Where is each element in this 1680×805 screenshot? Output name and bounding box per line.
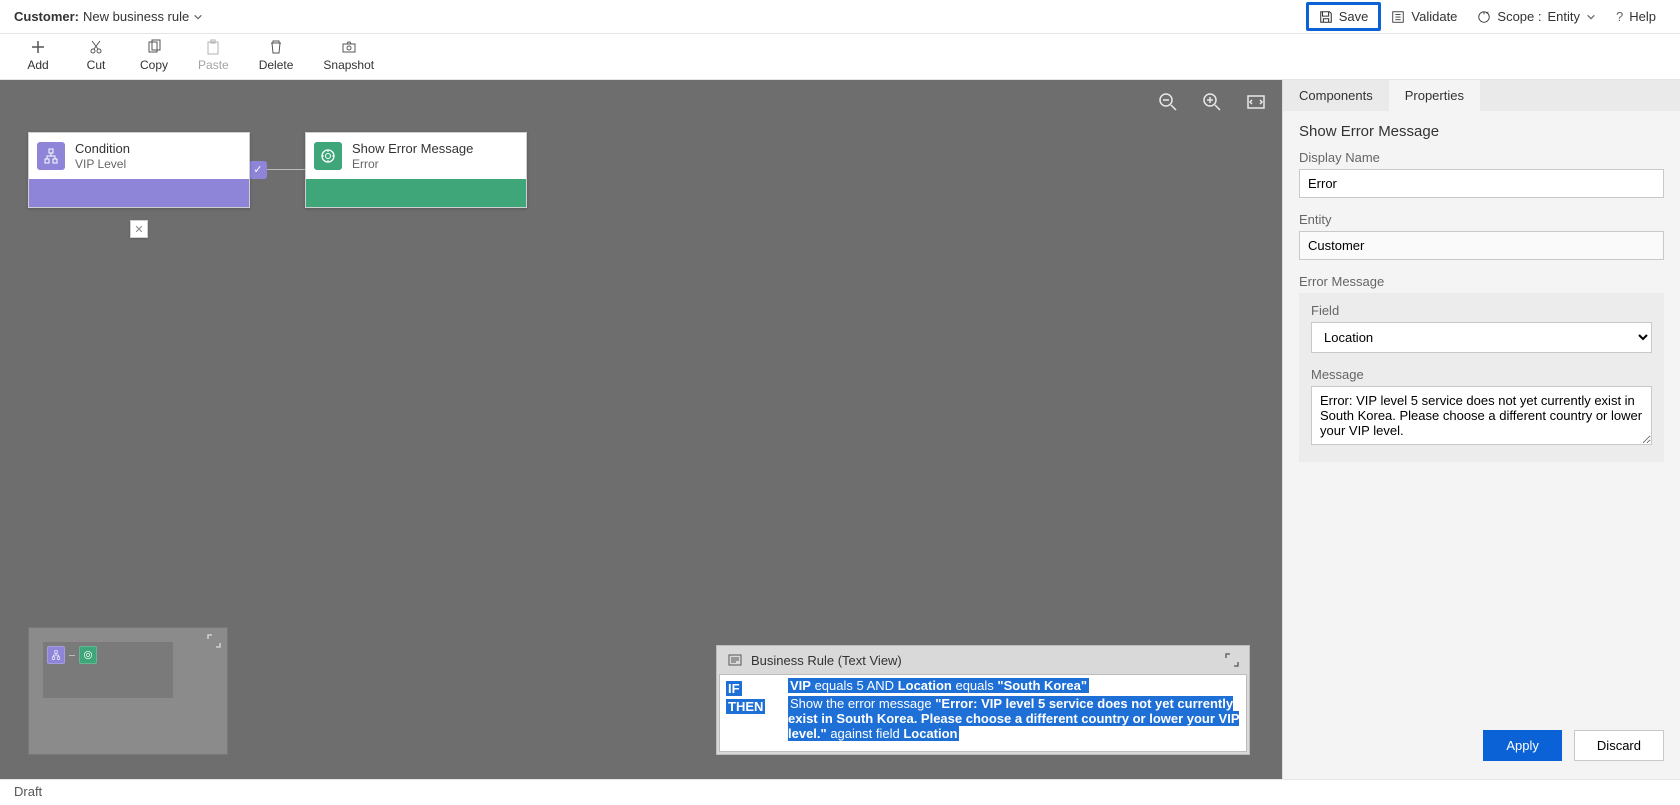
validate-label: Validate xyxy=(1411,9,1457,24)
rule-title-name: New business rule xyxy=(83,9,189,24)
condition-subtitle: VIP Level xyxy=(75,157,130,171)
properties-panel: Components Properties Show Error Message… xyxy=(1282,80,1680,779)
connector: ✓ xyxy=(250,161,305,179)
copy-button[interactable]: Copy xyxy=(140,38,168,72)
rule-title-prefix: Customer: xyxy=(14,9,79,24)
cut-label: Cut xyxy=(87,58,106,72)
zoom-in-button[interactable] xyxy=(1202,92,1222,112)
minimap-action-icon xyxy=(79,646,97,664)
help-label: Help xyxy=(1629,9,1656,24)
trash-icon xyxy=(267,38,285,56)
field-select[interactable]: Location xyxy=(1311,322,1652,353)
error-message-label: Error Message xyxy=(1299,274,1664,289)
status-text: Draft xyxy=(14,784,42,799)
flow-canvas[interactable]: Condition VIP Level ✕ ✓ xyxy=(0,80,1282,779)
entity-input xyxy=(1299,231,1664,260)
condition-icon xyxy=(37,142,65,170)
save-label: Save xyxy=(1339,9,1369,24)
paste-icon xyxy=(204,38,222,56)
true-path-badge[interactable]: ✓ xyxy=(249,161,267,179)
scope-label: Scope : xyxy=(1497,9,1541,24)
plus-icon xyxy=(29,38,47,56)
add-button[interactable]: Add xyxy=(24,38,52,72)
cut-button[interactable]: Cut xyxy=(82,38,110,72)
rule-title[interactable]: Customer: New business rule xyxy=(14,9,203,24)
snapshot-label: Snapshot xyxy=(323,58,374,72)
paste-label: Paste xyxy=(198,58,229,72)
cut-icon xyxy=(87,38,105,56)
message-label: Message xyxy=(1311,367,1652,382)
chevron-down-icon xyxy=(1586,12,1596,22)
chevron-down-icon xyxy=(193,12,203,22)
message-textarea[interactable] xyxy=(1311,386,1652,445)
camera-icon xyxy=(340,38,358,56)
validate-icon xyxy=(1391,10,1405,24)
delete-label: Delete xyxy=(259,58,294,72)
tab-properties[interactable]: Properties xyxy=(1389,80,1480,111)
minimap-expand-icon[interactable] xyxy=(207,634,221,648)
apply-button[interactable]: Apply xyxy=(1483,730,1562,761)
action-bar xyxy=(306,179,526,207)
toolbar: Add Cut Copy Paste Delete Snapshot xyxy=(0,34,1680,80)
condition-bar xyxy=(29,179,249,207)
paste-button: Paste xyxy=(198,38,229,72)
action-title: Show Error Message xyxy=(352,141,473,157)
discard-button[interactable]: Discard xyxy=(1574,730,1664,761)
zoom-out-button[interactable] xyxy=(1158,92,1178,112)
minimap-condition-icon xyxy=(47,646,65,664)
add-label: Add xyxy=(27,58,48,72)
field-label: Field xyxy=(1311,303,1652,318)
snapshot-button[interactable]: Snapshot xyxy=(323,38,374,72)
text-view-title: Business Rule (Text View) xyxy=(751,653,902,668)
condition-title: Condition xyxy=(75,141,130,157)
delete-button[interactable]: Delete xyxy=(259,38,294,72)
copy-label: Copy xyxy=(140,58,168,72)
props-section-title: Show Error Message xyxy=(1299,123,1664,140)
scope-icon xyxy=(1477,10,1491,24)
tab-components[interactable]: Components xyxy=(1283,80,1389,111)
display-name-input[interactable] xyxy=(1299,169,1664,198)
condition-node[interactable]: Condition VIP Level xyxy=(28,132,250,208)
text-view-icon xyxy=(727,652,743,668)
scope-value: Entity xyxy=(1548,9,1581,24)
text-view-expand-button[interactable] xyxy=(1225,653,1239,667)
help-button[interactable]: ? Help xyxy=(1606,5,1666,28)
save-icon xyxy=(1319,10,1333,24)
kw-if: IF xyxy=(726,681,742,696)
validate-button[interactable]: Validate xyxy=(1381,5,1467,28)
copy-icon xyxy=(145,38,163,56)
error-action-icon xyxy=(314,142,342,170)
kw-then: THEN xyxy=(726,699,765,714)
minimap[interactable] xyxy=(28,627,228,755)
text-view-body[interactable]: IF VIP equals 5 AND Location equals "Sou… xyxy=(719,674,1247,752)
status-bar: Draft xyxy=(0,779,1680,805)
display-name-label: Display Name xyxy=(1299,150,1664,165)
header-bar: Customer: New business rule Save Validat… xyxy=(0,0,1680,34)
save-button[interactable]: Save xyxy=(1306,2,1382,31)
text-view-panel: Business Rule (Text View) IF VIP equals … xyxy=(716,645,1250,755)
fit-screen-button[interactable] xyxy=(1246,92,1266,112)
action-subtitle: Error xyxy=(352,157,473,171)
scope-selector[interactable]: Scope : Entity xyxy=(1467,5,1606,28)
entity-label: Entity xyxy=(1299,212,1664,227)
help-icon: ? xyxy=(1616,9,1623,24)
action-node[interactable]: Show Error Message Error xyxy=(305,132,527,208)
false-path-badge[interactable]: ✕ xyxy=(130,220,148,238)
